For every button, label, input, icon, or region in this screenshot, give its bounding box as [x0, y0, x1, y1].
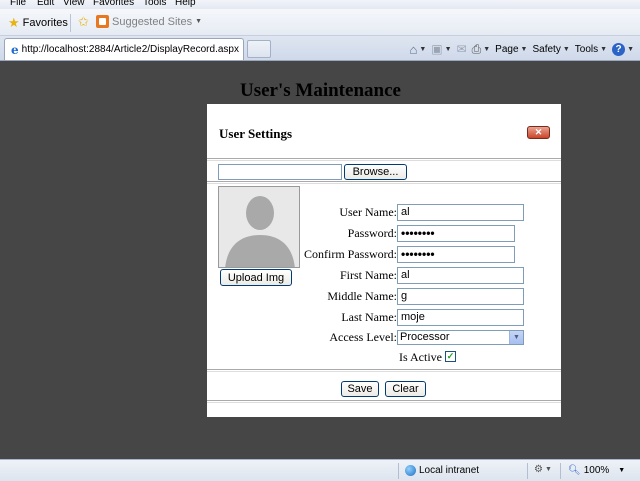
status-bar: Local intranet ⚙ ▼ 🔍︎ 100% ▼	[0, 459, 640, 481]
password-label: Password:	[347, 226, 397, 240]
menu-tools[interactable]: Tools	[143, 0, 166, 9]
zoom-value: 100%	[583, 465, 610, 476]
upload-image-button[interactable]: Upload Img	[220, 269, 292, 286]
is-active-checkbox[interactable]: ✓	[445, 351, 456, 362]
browser-tab[interactable]: e http://localhost:2884/Article2/Display…	[4, 38, 244, 60]
save-button[interactable]: Save	[341, 381, 379, 397]
toolbar-separator	[70, 14, 71, 32]
first-name-field[interactable]: al	[397, 267, 524, 284]
status-separator	[398, 463, 399, 479]
mail-icon: ✉	[456, 42, 467, 56]
tab-bar: e http://localhost:2884/Article2/Display…	[0, 36, 640, 61]
password-field[interactable]: ••••••••	[397, 225, 515, 242]
suggested-sites-label: Suggested Sites	[112, 15, 193, 28]
chevron-down-icon: ▼	[600, 45, 608, 53]
access-level-value: Processor	[400, 331, 450, 343]
access-level-select[interactable]: Processor ▼	[397, 330, 524, 345]
add-favorite-icon[interactable]: ✩	[78, 15, 92, 29]
favorites-star-icon: ★	[8, 15, 20, 30]
checkmark-icon: ✓	[446, 351, 455, 361]
menu-file[interactable]: File	[10, 0, 26, 9]
divider	[207, 369, 561, 372]
clear-button[interactable]: Clear	[385, 381, 426, 397]
chevron-down-icon[interactable]: ▼	[509, 331, 523, 344]
suggested-sites-button[interactable]: Suggested Sites ▼	[96, 15, 202, 28]
menu-bar: File Edit View Favorites Tools Help	[0, 0, 640, 9]
favorites-bar: ★ Favorites ✩ Suggested Sites ▼	[0, 9, 640, 36]
last-name-field[interactable]: moje	[397, 309, 524, 326]
access-level-label: Access Level:	[329, 330, 397, 344]
status-separator	[560, 463, 561, 479]
protected-mode-button[interactable]: ⚙ ▼	[534, 464, 552, 475]
browse-button[interactable]: Browse...	[344, 164, 407, 180]
chevron-down-icon: ▼	[483, 45, 491, 53]
favorites-label: Favorites	[22, 16, 68, 29]
zoom-button[interactable]: 🔍︎ 100% ▼	[568, 465, 625, 476]
is-active-label: Is Active	[399, 350, 442, 364]
feeds-button[interactable]: ▣ ▼	[431, 42, 451, 56]
menu-favorites[interactable]: Favorites	[93, 0, 134, 9]
tab-url: http://localhost:2884/Article2/DisplayRe…	[21, 44, 239, 55]
chevron-down-icon: ▼	[618, 467, 626, 474]
middle-name-label: Middle Name:	[327, 289, 397, 303]
intranet-globe-icon	[405, 465, 416, 476]
user-name-label: User Name:	[339, 205, 397, 219]
close-button[interactable]: ✕	[527, 126, 550, 139]
close-icon: ✕	[534, 127, 543, 137]
first-name-label: First Name:	[340, 268, 397, 282]
ie-page-icon: e	[11, 42, 19, 57]
chevron-down-icon: ▼	[627, 45, 634, 53]
favorites-button[interactable]: ★ Favorites	[8, 16, 68, 29]
user-settings-dialog: User Settings ✕ Browse... Upload Img Use…	[207, 104, 561, 417]
avatar	[218, 186, 300, 268]
print-button[interactable]: ⎙ ▼	[472, 42, 491, 57]
command-bar: ⌂ ▼ ▣ ▼ ✉ ⎙ ▼ Page ▼ Safety ▼ Tools ▼ ? ▼	[409, 41, 634, 57]
home-icon: ⌂	[409, 41, 418, 57]
chevron-down-icon: ▼	[520, 45, 528, 53]
suggested-sites-icon	[96, 15, 109, 28]
status-separator	[527, 463, 528, 479]
file-path-input[interactable]	[218, 164, 342, 180]
tools-menu-button[interactable]: Tools ▼	[575, 44, 607, 55]
user-name-field[interactable]: al	[397, 204, 524, 221]
menu-view[interactable]: View	[63, 0, 85, 9]
chevron-down-icon: ▼	[444, 45, 452, 53]
dialog-title: User Settings	[219, 126, 293, 141]
mail-button[interactable]: ✉	[457, 42, 467, 56]
page-title: User's Maintenance	[240, 80, 401, 101]
help-button[interactable]: ? ▼	[612, 42, 634, 56]
printer-icon: ⎙	[471, 41, 482, 56]
tools-menu-label: Tools	[574, 43, 599, 55]
user-silhouette-icon	[219, 187, 299, 267]
chevron-down-icon: ▼	[195, 18, 203, 25]
last-name-label: Last Name:	[341, 310, 397, 324]
page-menu-button[interactable]: Page ▼	[495, 44, 527, 55]
gear-icon: ⚙	[534, 464, 543, 475]
divider	[207, 181, 561, 184]
security-zone[interactable]: Local intranet	[405, 465, 479, 476]
safety-menu-label: Safety	[532, 43, 561, 55]
chevron-down-icon: ▼	[419, 45, 427, 53]
divider	[207, 400, 561, 403]
page-menu-label: Page	[495, 43, 519, 55]
zone-label: Local intranet	[419, 465, 480, 476]
rss-icon: ▣	[431, 42, 443, 56]
home-button[interactable]: ⌂ ▼	[409, 42, 426, 57]
chevron-down-icon: ▼	[562, 45, 570, 53]
menu-edit[interactable]: Edit	[37, 0, 54, 9]
confirm-password-label: Confirm Password:	[304, 247, 397, 261]
new-tab-button[interactable]	[247, 40, 271, 58]
safety-menu-button[interactable]: Safety ▼	[532, 44, 569, 55]
confirm-password-field[interactable]: ••••••••	[397, 246, 515, 263]
middle-name-field[interactable]: g	[397, 288, 524, 305]
divider	[207, 158, 561, 161]
chevron-down-icon: ▼	[544, 466, 552, 473]
zoom-icon: 🔍︎	[568, 465, 581, 476]
help-icon: ?	[612, 42, 626, 56]
menu-help[interactable]: Help	[175, 0, 196, 9]
